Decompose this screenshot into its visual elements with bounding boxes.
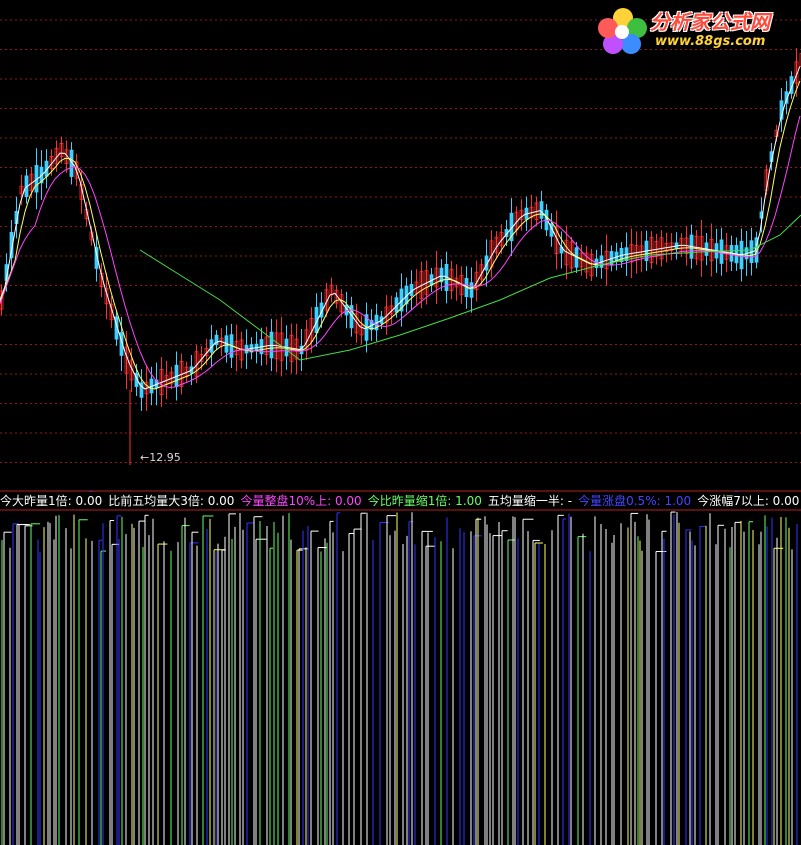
logo-title: 分析家公式网 bbox=[650, 10, 770, 34]
stock-chart-app: »» 分析家公式网 www.88gs.com ←12.95 今大昨量1倍: 0.… bbox=[0, 0, 801, 845]
low-price-marker: ←12.95 bbox=[140, 451, 181, 464]
candle-body bbox=[214, 334, 219, 346]
flower-logo-icon bbox=[598, 8, 647, 54]
signal-lines bbox=[1, 511, 798, 845]
price-chart[interactable]: »» bbox=[0, 0, 801, 492]
site-logo: 分析家公式网 www.88gs.com bbox=[595, 4, 795, 56]
candle-body bbox=[539, 201, 544, 219]
logo-url: www.88gs.com bbox=[655, 34, 766, 49]
indicator-panel[interactable]: 今大昨量1倍: 0.00 比前五均量大3倍: 0.00 今量整盘10%上: 0.00… bbox=[0, 492, 801, 845]
candles bbox=[0, 48, 801, 411]
low-price-value: 12.95 bbox=[149, 451, 181, 464]
price-grid bbox=[0, 19, 801, 463]
signal-chart[interactable] bbox=[0, 492, 801, 845]
candle-body bbox=[469, 282, 474, 298]
